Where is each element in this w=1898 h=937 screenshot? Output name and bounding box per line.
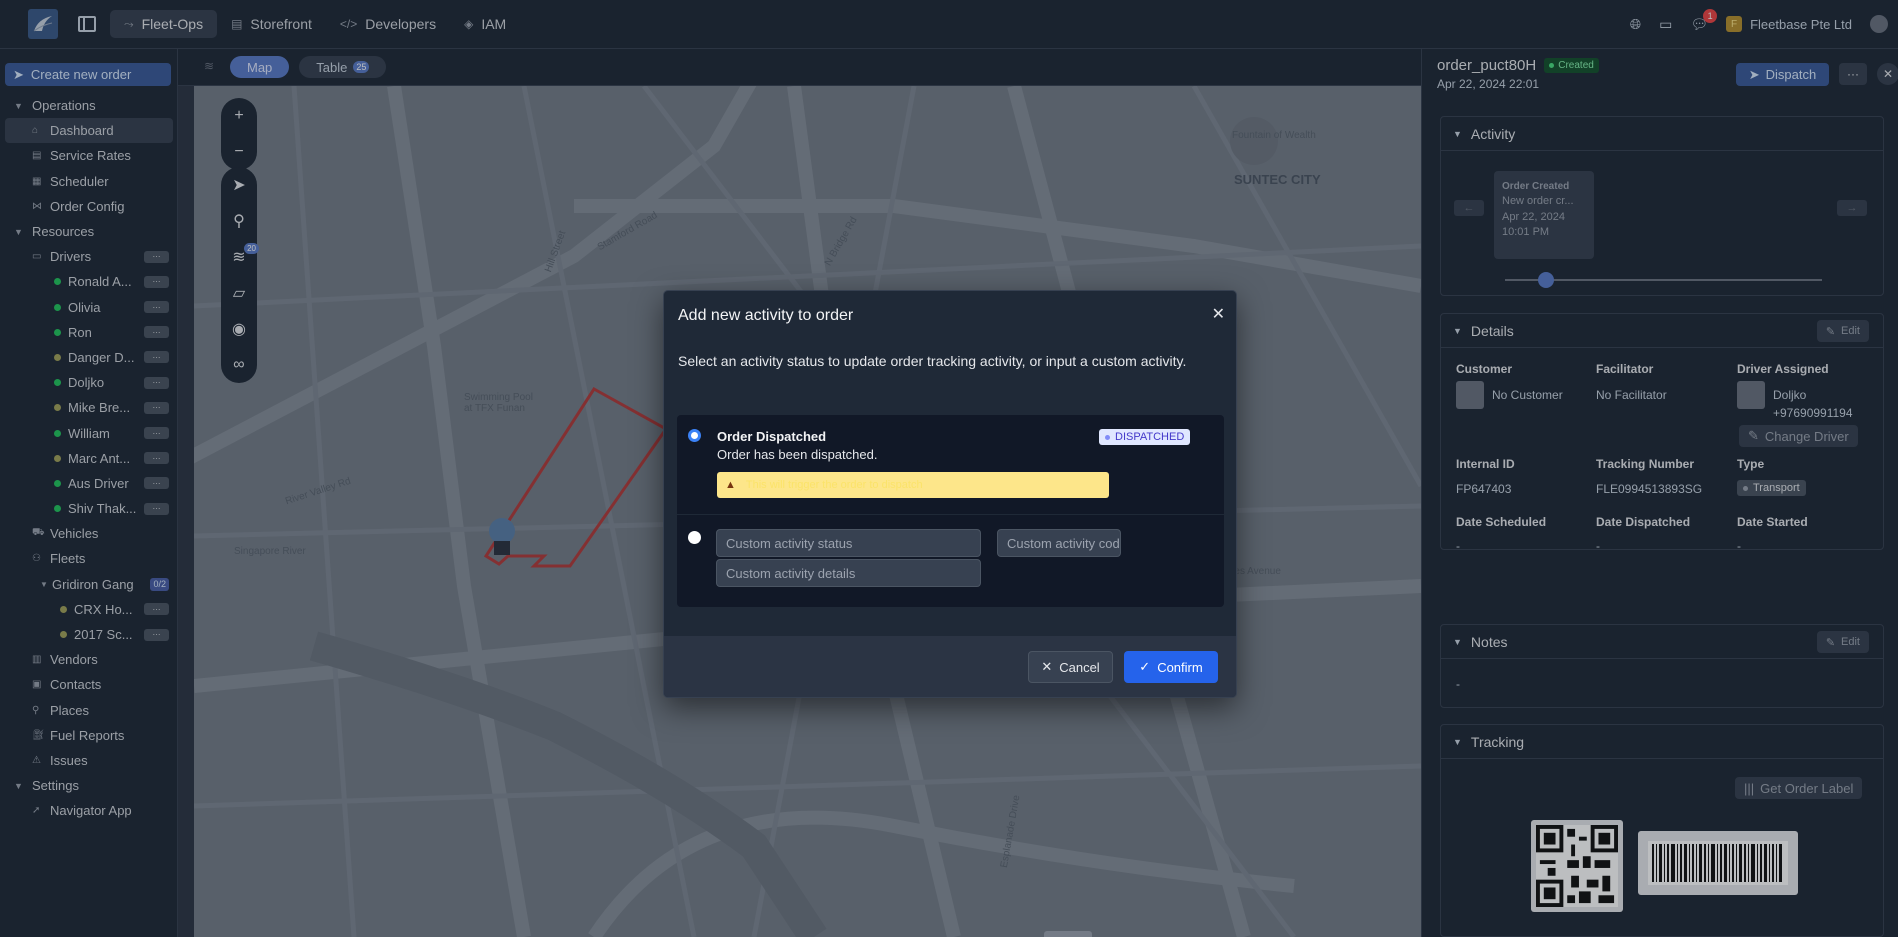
custom-activity-status-input[interactable]: [716, 529, 981, 557]
modal-footer: ✕ Cancel ✓ Confirm: [664, 636, 1236, 697]
cancel-button[interactable]: ✕ Cancel: [1028, 651, 1113, 683]
modal-description: Select an activity status to update orde…: [678, 353, 1187, 369]
check-icon: ✓: [1139, 659, 1151, 674]
add-activity-modal: Add new activity to order ✕ Select an ac…: [663, 290, 1237, 698]
cancel-label: Cancel: [1059, 659, 1100, 675]
modal-title: Add new activity to order: [678, 307, 854, 324]
activity-options: Order Dispatched Order has been dispatch…: [677, 415, 1224, 607]
activity-option-dispatched[interactable]: Order Dispatched Order has been dispatch…: [677, 415, 1224, 515]
warning-icon: ▲: [725, 479, 736, 491]
custom-activity-details-input[interactable]: [716, 559, 981, 587]
dispatch-warning: ▲ This will trigger the order to dispatch: [717, 472, 1109, 498]
warning-text: This will trigger the order to dispatch: [745, 479, 923, 491]
dispatched-badge: DISPATCHED: [1099, 429, 1191, 445]
radio-custom[interactable]: [688, 531, 701, 544]
close-icon[interactable]: ✕: [1212, 304, 1225, 324]
option-description: Order has been dispatched.: [717, 447, 878, 462]
confirm-label: Confirm: [1157, 659, 1203, 675]
close-icon: ✕: [1041, 659, 1053, 674]
confirm-button[interactable]: ✓ Confirm: [1124, 651, 1218, 683]
radio-selected[interactable]: [688, 429, 701, 442]
option-title: Order Dispatched: [717, 429, 827, 444]
custom-activity-code-input[interactable]: [997, 529, 1121, 557]
